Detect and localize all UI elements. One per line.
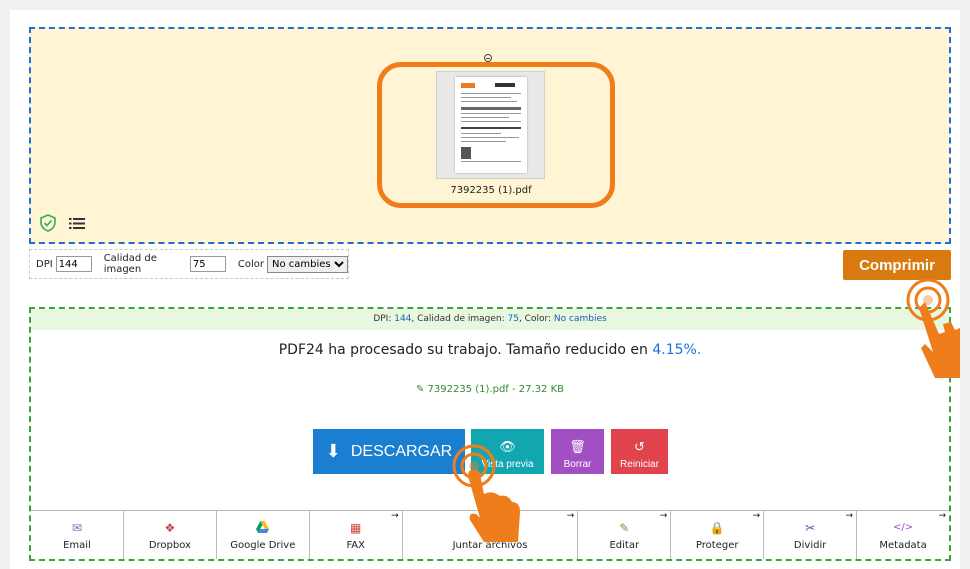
arrow-icon: → <box>659 511 668 521</box>
zoom-out-icon[interactable] <box>484 54 492 62</box>
dpi-label: DPI <box>36 258 53 270</box>
info-quality-label: , Calidad de imagen: <box>411 314 508 324</box>
tool-label: Dropbox <box>148 540 191 551</box>
color-label: Color <box>237 258 264 270</box>
result-message: PDF24 ha procesado su trabajo. Tamaño re… <box>31 342 949 358</box>
info-dpi-value: 144 <box>394 314 412 324</box>
highlight-ring <box>377 62 615 208</box>
fax-icon: ▦ <box>350 521 362 535</box>
dropbox-icon: ❖ <box>164 521 176 535</box>
info-color-value: No cambies <box>553 314 607 324</box>
tool-dropbox[interactable]: ❖ Dropbox <box>124 511 217 559</box>
undo-icon: ↺ <box>634 438 645 454</box>
reduction-percent: 4.15%. <box>652 342 702 358</box>
dpi-input[interactable] <box>55 256 92 272</box>
tool-label: Google Drive <box>230 540 296 551</box>
tool-label: Proteger <box>695 540 739 551</box>
lock-icon: 🔒 <box>709 521 725 535</box>
envelope-icon: ✉ <box>71 521 82 535</box>
quality-label: Calidad de imagen <box>103 253 157 275</box>
quality-input[interactable] <box>189 256 226 272</box>
result-message-text: PDF24 ha procesado su trabajo. Tamaño re… <box>278 342 653 358</box>
arrow-icon: → <box>566 511 575 521</box>
tool-metadata[interactable]: </> Metadata → <box>857 511 949 559</box>
code-icon: </> <box>892 522 914 533</box>
result-file-text: 7392235 (1).pdf - 27.32 KB <box>427 384 565 395</box>
info-quality-value: 75 <box>507 314 519 324</box>
tool-edit[interactable]: ✎ Editar → <box>578 511 672 559</box>
tool-protect[interactable]: 🔒 Proteger → <box>671 511 765 559</box>
file-drop-zone[interactable]: 7392235 (1).pdf <box>29 27 951 244</box>
tool-fax[interactable]: ▦ FAX → <box>310 511 403 559</box>
hand-pointer-icon <box>452 444 520 542</box>
result-file-link[interactable]: ✎ 7392235 (1).pdf - 27.32 KB <box>31 384 949 395</box>
tool-label: Dividir <box>793 540 827 551</box>
info-color-label: , Color: <box>518 314 554 324</box>
trash-icon: 🗑 <box>569 438 586 454</box>
tool-label: Metadata <box>879 540 927 551</box>
arrow-icon: → <box>752 511 761 521</box>
compress-button[interactable]: Comprimir <box>843 250 951 280</box>
compression-options: DPI Calidad de imagen Color No cambies <box>29 249 349 279</box>
tool-email[interactable]: ✉ Email <box>31 511 124 559</box>
tool-google-drive[interactable]: Google Drive → <box>217 511 310 559</box>
arrow-icon: → <box>391 511 399 521</box>
restart-label: Reiniciar <box>620 458 659 470</box>
download-icon: ⬇ <box>325 441 341 461</box>
list-icon[interactable] <box>69 217 85 230</box>
pencil-icon: ✎ <box>415 384 425 395</box>
tool-label: Editar <box>609 540 640 551</box>
pencil-icon: ✎ <box>619 521 630 535</box>
download-button[interactable]: ⬇ DESCARGAR <box>313 429 465 474</box>
scissors-icon: ✂ <box>805 521 816 535</box>
page: 7392235 (1).pdf DPI Calidad de imagen Co… <box>10 10 960 569</box>
arrow-icon: → <box>938 511 947 521</box>
info-dpi-label: DPI: <box>373 314 395 324</box>
result-settings-summary: DPI: 144, Calidad de imagen: 75, Color: … <box>31 309 949 330</box>
tool-split[interactable]: ✂ Dividir → <box>764 511 858 559</box>
download-label: DESCARGAR <box>350 442 453 460</box>
color-select[interactable]: No cambies <box>267 255 348 273</box>
delete-button[interactable]: 🗑 Borrar <box>551 429 604 474</box>
hand-pointer-icon <box>906 278 960 378</box>
restart-button[interactable]: ↺ Reiniciar <box>611 429 668 474</box>
tool-label: Email <box>63 540 91 551</box>
google-drive-icon <box>217 521 309 535</box>
delete-label: Borrar <box>563 458 592 470</box>
shield-check-icon[interactable] <box>39 214 57 232</box>
tool-label: FAX <box>346 540 365 551</box>
arrow-icon: → <box>845 511 854 521</box>
